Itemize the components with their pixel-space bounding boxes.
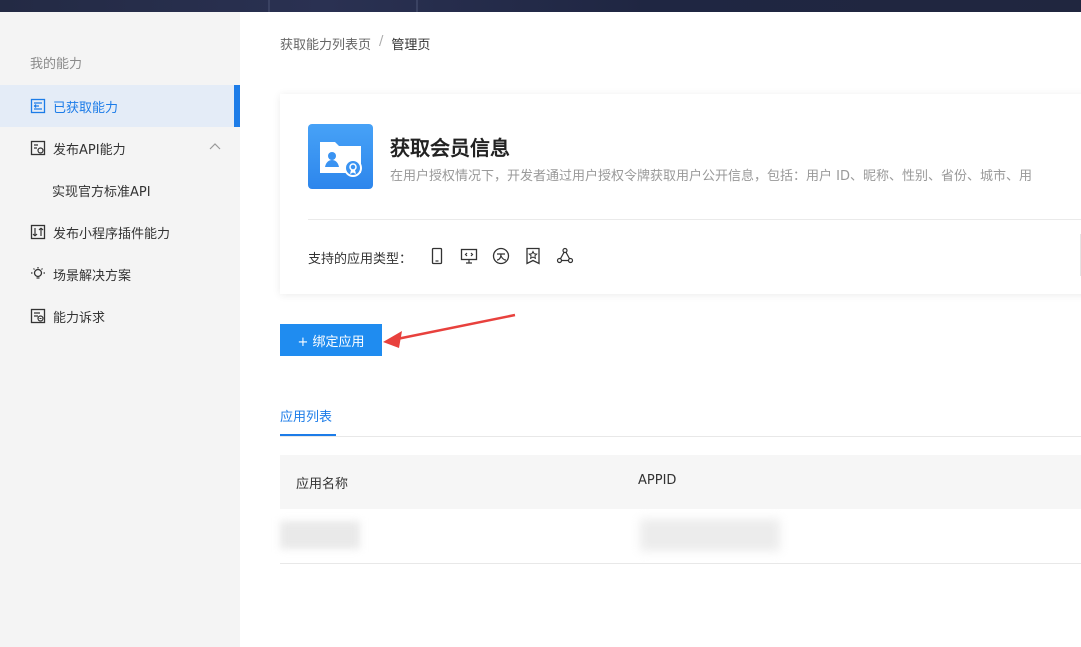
sidebar-item-scenario-solutions[interactable]: 场景解决方案: [0, 253, 240, 295]
sidebar-item-label: 已获取能力: [53, 100, 119, 116]
sidebar-item-label: 发布小程序插件能力: [53, 226, 171, 242]
plugin-icon: [30, 224, 46, 240]
sidebar-item-official-standard-api[interactable]: 实现官方标准API: [0, 169, 240, 211]
sidebar: 我的能力 已获取能力 发布API能力 实现官方标准API 发布小程序插件能力 场…: [0, 12, 240, 647]
acquired-list-icon: [30, 98, 46, 114]
table-header: 应用名称 APPID: [280, 455, 1081, 509]
tab-app-list[interactable]: 应用列表: [280, 406, 332, 425]
annotation-arrow: [383, 313, 516, 348]
redacted-app-name: [280, 521, 360, 549]
top-nav-divider: [416, 0, 418, 12]
top-nav-bar: [0, 0, 1081, 12]
member-info-logo-icon: [308, 124, 373, 189]
sidebar-item-label: 能力诉求: [53, 310, 106, 326]
card-divider: [308, 219, 1081, 220]
sidebar-item-label: 发布API能力: [53, 142, 126, 158]
ability-description: 在用户授权情况下，开发者通过用户授权令牌获取用户公开信息，包括：用户 ID、昵称…: [390, 169, 1032, 184]
top-nav-divider: [268, 0, 270, 12]
supported-type-icons: [428, 247, 574, 265]
ability-title: 获取会员信息: [390, 136, 510, 160]
breadcrumb-parent-link[interactable]: 获取能力列表页: [280, 34, 371, 53]
main-content: 获取能力列表页 / 管理页 获取会员信息 在用户授权情况下，开发者通过用户授权令…: [240, 12, 1081, 647]
web-app-icon: [460, 247, 478, 265]
sidebar-item-label: 场景解决方案: [53, 268, 132, 284]
sidebar-item-publish-api[interactable]: 发布API能力: [0, 127, 240, 169]
breadcrumb: 获取能力列表页 / 管理页: [280, 34, 430, 53]
api-publish-icon: [30, 140, 46, 156]
sidebar-group-title: 我的能力: [30, 57, 83, 72]
cloud-share-icon: [556, 247, 574, 265]
table-row[interactable]: [280, 509, 1081, 564]
lightbulb-icon: [30, 266, 46, 282]
column-header-appid: APPID: [638, 473, 677, 488]
mini-program-icon: [492, 247, 510, 265]
ability-card: 获取会员信息 在用户授权情况下，开发者通过用户授权令牌获取用户公开信息，包括：用…: [280, 94, 1081, 294]
breadcrumb-separator: /: [379, 34, 384, 49]
tab-baseline: [280, 436, 1081, 437]
sidebar-item-ability-request[interactable]: 能力诉求: [0, 295, 240, 337]
mobile-app-icon: [428, 247, 446, 265]
chevron-up-icon[interactable]: [208, 140, 222, 154]
sidebar-item-acquired-abilities[interactable]: 已获取能力: [0, 85, 240, 127]
redacted-appid: [640, 519, 780, 551]
column-header-app-name: 应用名称: [296, 477, 349, 492]
supported-types-label: 支持的应用类型：: [308, 252, 413, 267]
request-doc-icon: [30, 308, 46, 324]
sidebar-item-label: 实现官方标准API: [52, 184, 151, 200]
bind-app-button[interactable]: + 绑定应用: [280, 324, 382, 356]
sidebar-item-mini-program-plugin[interactable]: 发布小程序插件能力: [0, 211, 240, 253]
breadcrumb-current: 管理页: [391, 38, 431, 53]
life-account-icon: [524, 247, 542, 265]
